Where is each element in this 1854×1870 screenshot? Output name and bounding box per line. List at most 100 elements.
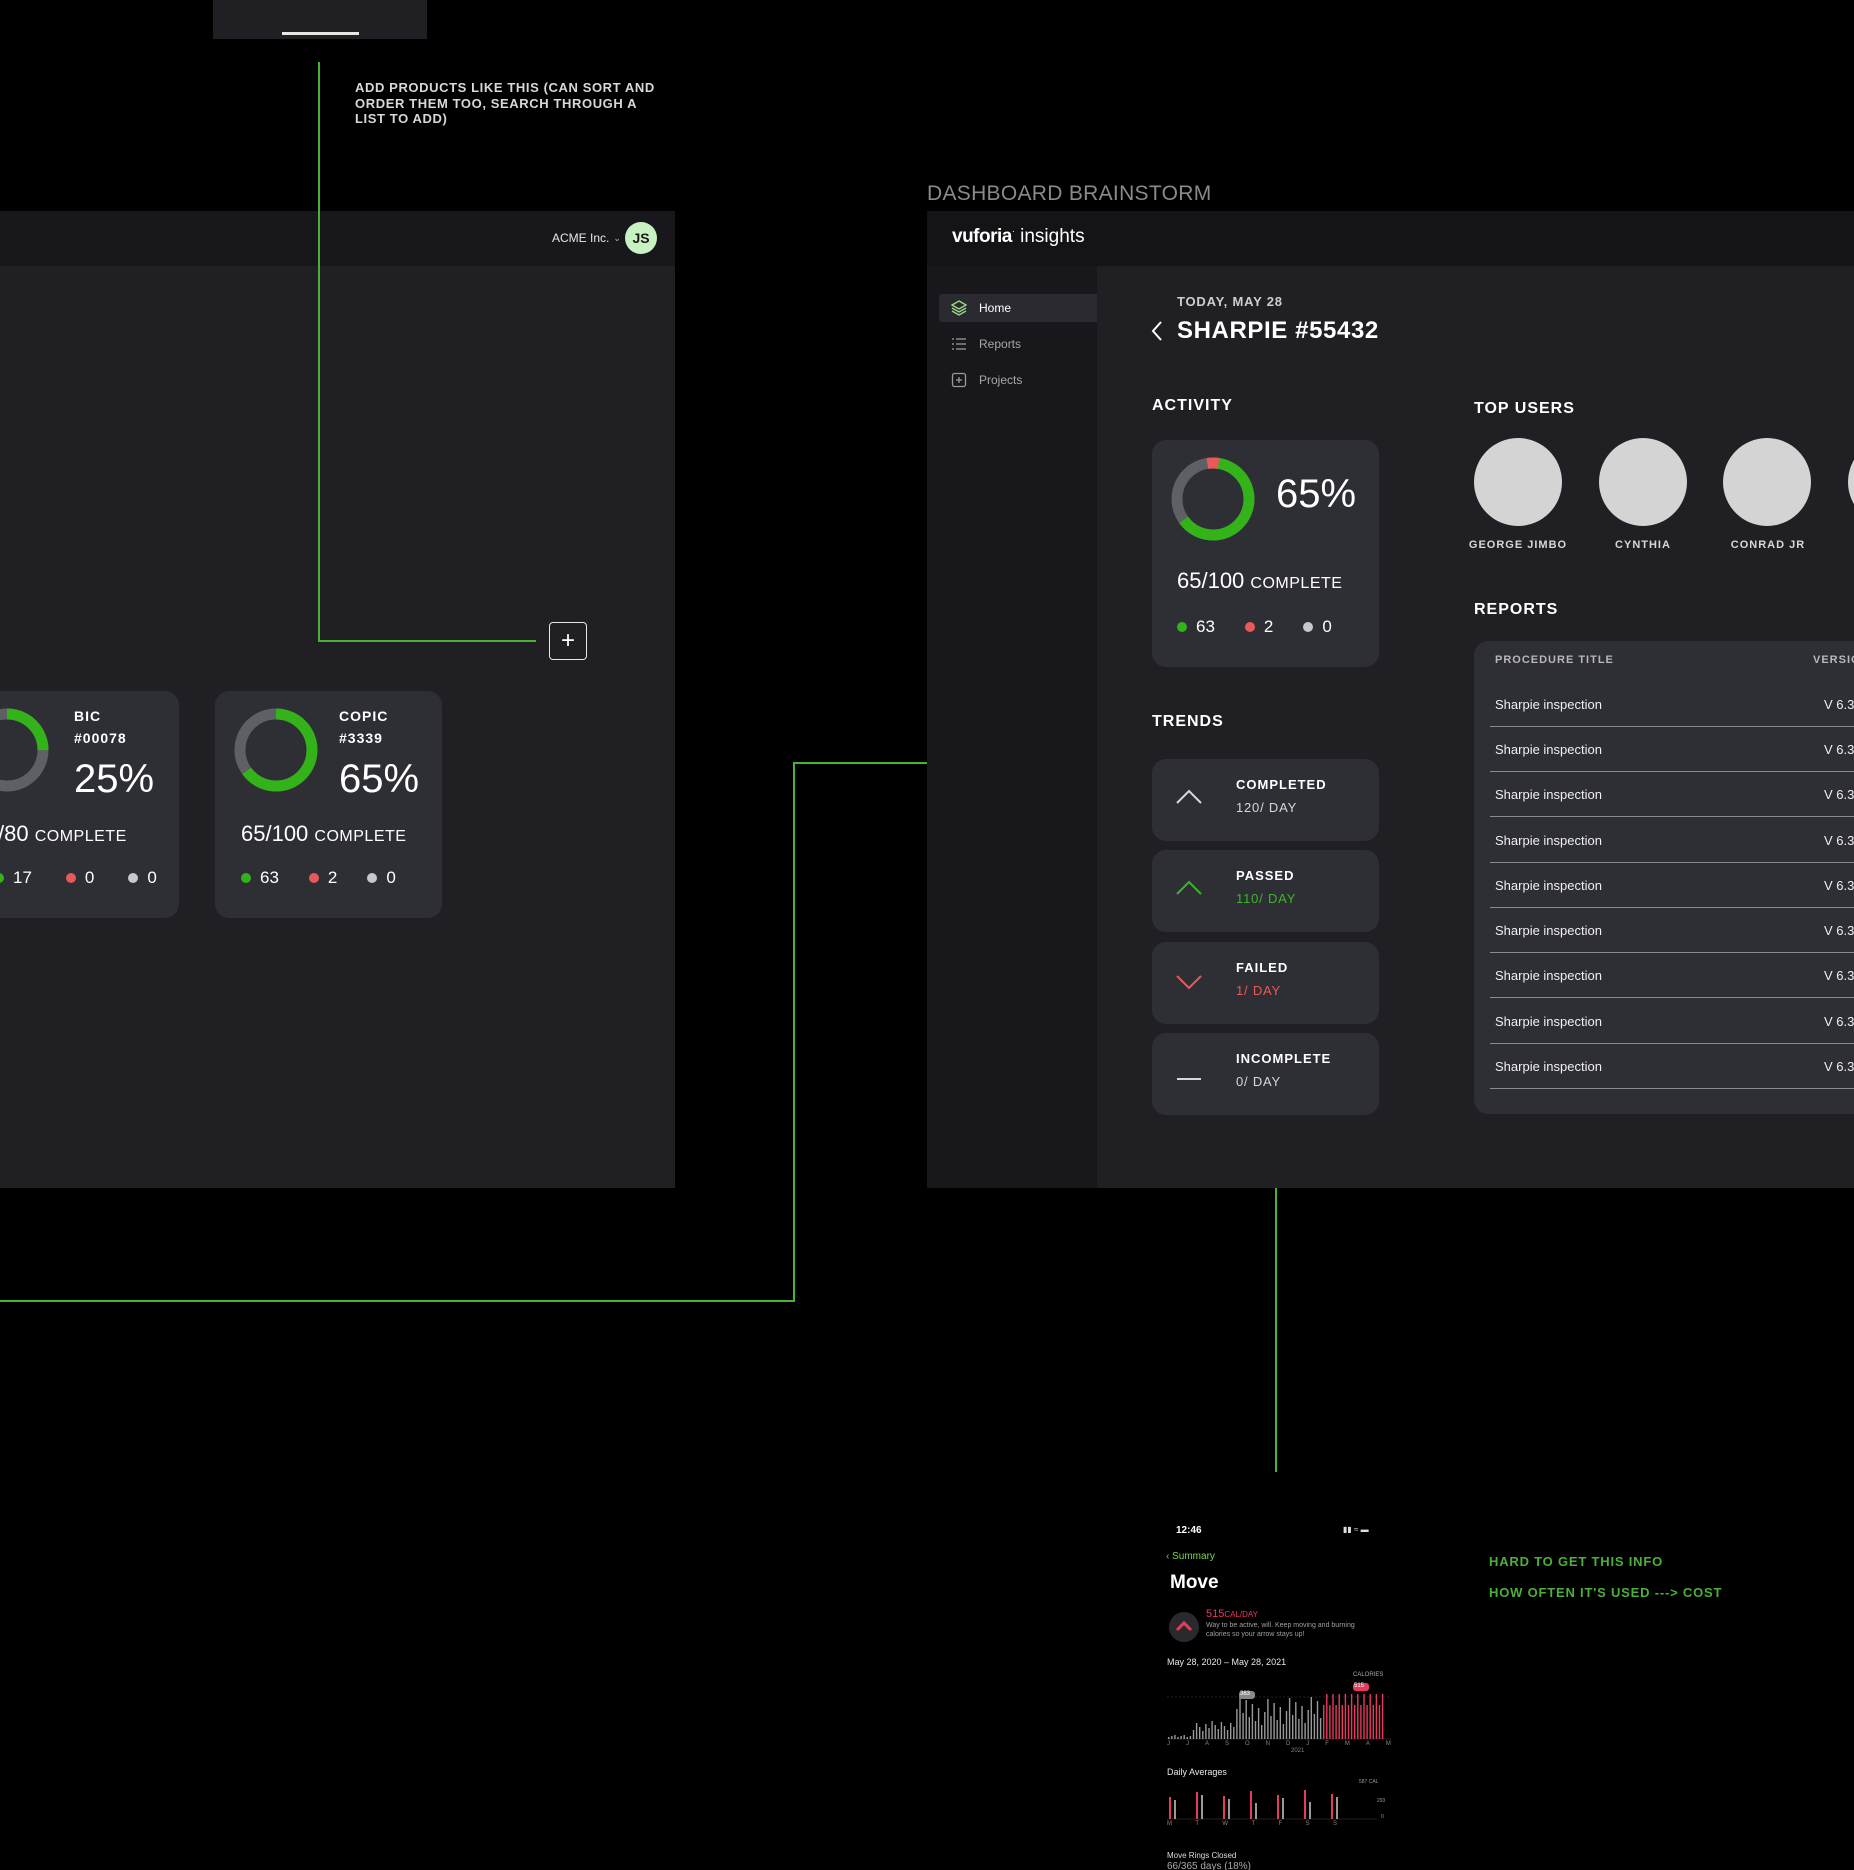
org-switcher[interactable]: ACME Inc. ⌄ (552, 231, 621, 245)
table-row[interactable]: Sharpie inspection V 6.3 (1490, 682, 1854, 727)
complete-summary: 65/100 COMPLETE (241, 821, 407, 846)
table-row[interactable]: Sharpie inspection V 6.3 (1490, 772, 1854, 817)
cost-note: HOW OFTEN IT'S USED ---> COST (1489, 1585, 1723, 1600)
date-range: May 28, 2020 – May 28, 2021 (1167, 1657, 1287, 1667)
history-bar (1279, 1707, 1281, 1739)
product-card-bic[interactable]: BIC #00078 25% /80 COMPLETE 17 0 0 (0, 691, 179, 918)
list-icon (952, 338, 966, 350)
logo: vuforia· insights (952, 226, 1085, 247)
layers-icon (951, 300, 967, 316)
history-bar (1239, 1696, 1241, 1739)
avatar[interactable]: JS (625, 222, 657, 254)
failed-dot-icon (1244, 622, 1255, 632)
back-link[interactable]: ‹ Summary (1166, 1551, 1215, 1562)
history-bar (1233, 1727, 1235, 1739)
add-product-button[interactable]: + (549, 622, 587, 660)
history-bar (1301, 1706, 1303, 1739)
stats-row: 63 2 0 (1177, 617, 1332, 637)
complete-summary: 65/100 COMPLETE (1177, 568, 1343, 593)
history-bar (1214, 1725, 1216, 1739)
incomplete-dot-icon (367, 873, 378, 883)
sidebar-item-reports[interactable]: Reports (939, 330, 1097, 358)
table-row[interactable]: Sharpie inspection V 6.3 (1490, 818, 1854, 863)
trend-incomplete[interactable]: INCOMPLETE 0/ DAY (1152, 1033, 1379, 1115)
history-bar (1335, 1705, 1337, 1739)
history-bar (1202, 1731, 1204, 1739)
average-bar (1309, 1802, 1311, 1819)
marker-old: 383 (1240, 1691, 1251, 1697)
table-row[interactable]: Sharpie inspection V 6.3 (1490, 953, 1854, 998)
trend-passed[interactable]: PASSED 110/ DAY (1152, 850, 1379, 932)
trend-completed[interactable]: COMPLETED 120/ DAY (1152, 759, 1379, 841)
history-bar (1375, 1694, 1378, 1739)
history-bar (1236, 1709, 1238, 1739)
average-bar (1336, 1797, 1338, 1819)
history-bar (1199, 1727, 1201, 1739)
history-bar (1307, 1710, 1309, 1739)
table-row[interactable]: Sharpie inspection V 6.3 (1490, 863, 1854, 908)
rings-value: 66/365 days (18%) (1167, 1861, 1251, 1870)
history-bar (1363, 1694, 1365, 1739)
stats-row: 17 0 0 (0, 868, 157, 888)
avatar[interactable] (1599, 438, 1687, 526)
column-header-version[interactable]: VERSIO (1813, 654, 1854, 666)
back-button[interactable] (1150, 320, 1164, 349)
top-users-heading: TOP USERS (1474, 400, 1575, 417)
product-card-copic[interactable]: COPIC #3339 65% 65/100 COMPLETE 63 2 0 (215, 691, 442, 918)
trend-failed[interactable]: FAILED 1/ DAY (1152, 942, 1379, 1024)
table-row[interactable]: Sharpie inspection V 6.3 (1490, 727, 1854, 772)
move-arrow-icon (1169, 1612, 1199, 1642)
history-bar (1261, 1725, 1263, 1739)
history-bar (1366, 1705, 1368, 1739)
sidebar-item-projects[interactable]: Projects (939, 366, 1097, 394)
phone-title: Move (1170, 1572, 1219, 1593)
history-bar (1378, 1705, 1381, 1739)
history-bar (1381, 1694, 1384, 1739)
connector-line (318, 62, 320, 642)
column-header-title[interactable]: PROCEDURE TITLE (1495, 654, 1614, 666)
day-axis: MTWTFSS (1167, 1821, 1337, 1827)
table-row[interactable]: Sharpie inspection V 6.3 (1490, 1044, 1854, 1089)
avatar[interactable] (1723, 438, 1811, 526)
avatar[interactable] (1474, 438, 1562, 526)
passed-dot-icon (1177, 622, 1187, 632)
tab-fragment[interactable] (213, 0, 427, 39)
average-bar (1255, 1803, 1257, 1819)
page-title: SHARPIE #55432 (1177, 317, 1379, 344)
history-bar (1270, 1716, 1272, 1739)
table-row[interactable]: Sharpie inspection V 6.3 (1490, 908, 1854, 953)
history-bar (1248, 1717, 1250, 1739)
avg-low: 0 (1381, 1814, 1384, 1820)
org-name: ACME Inc. (552, 231, 610, 245)
marker-new: 515 (1354, 1683, 1365, 1689)
history-bar (1273, 1703, 1275, 1739)
phone-screenshot: 12:46 ▮▮ ≈ ▬ ‹ Summary Move 515CAL/DAY W… (1163, 1517, 1395, 1870)
product-name: BIC #00078 (74, 708, 127, 746)
history-bar (1180, 1736, 1182, 1739)
table-row[interactable]: Sharpie inspection V 6.3 (1490, 999, 1854, 1044)
history-bar (1319, 1718, 1322, 1739)
product-percent: 65% (339, 757, 420, 801)
history-bar (1316, 1701, 1319, 1739)
brainstorm-label: DASHBOARD BRAINSTORM (927, 182, 1212, 205)
history-bar (1171, 1736, 1173, 1739)
chevron-down-icon: ⌄ (613, 232, 621, 243)
activity-card[interactable]: 65% 65/100 COMPLETE 63 2 0 (1152, 440, 1379, 667)
history-bar (1338, 1694, 1340, 1739)
dash-icon (1177, 1078, 1201, 1080)
history-bar (1242, 1713, 1244, 1739)
average-bar (1250, 1791, 1252, 1819)
average-bar (1201, 1795, 1203, 1819)
chevron-up-icon (1176, 789, 1202, 804)
history-bar (1310, 1697, 1312, 1739)
history-bar (1192, 1730, 1195, 1739)
history-bar (1220, 1722, 1223, 1739)
hard-info-note: HARD TO GET THIS INFO (1489, 1554, 1664, 1569)
history-bar (1360, 1705, 1362, 1739)
history-bar (1189, 1736, 1192, 1739)
connector-line (0, 1300, 795, 1302)
sidebar-item-home[interactable]: Home (939, 294, 1097, 322)
history-bar (1354, 1705, 1356, 1739)
history-bar (1282, 1724, 1285, 1739)
average-bar (1228, 1799, 1230, 1819)
